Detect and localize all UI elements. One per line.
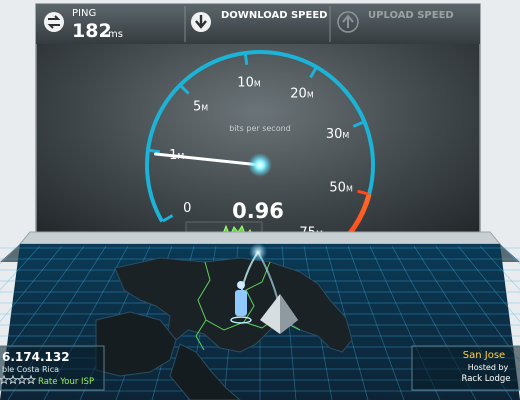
client-isp: ble Costa Rica xyxy=(2,365,59,374)
gauge-unit-label: bits per second xyxy=(229,124,291,133)
gauge-tick xyxy=(148,148,161,154)
server-info-panel: San Jose Hosted by Rack Lodge xyxy=(411,345,520,391)
gauge-tick-label: 0 xyxy=(183,201,191,216)
ping-value: 182 xyxy=(72,20,112,42)
swap-arrows-icon xyxy=(44,12,64,32)
gauge-hub xyxy=(248,153,272,177)
server-city: San Jose xyxy=(463,350,505,361)
speedtest-window: PING 182 ms DOWNLOAD SPEED UPLOAD SPEED … xyxy=(0,0,520,400)
speed-reading: 0.96 xyxy=(232,199,284,223)
hosted-by-label: Hosted by xyxy=(468,363,509,372)
host-name: Rack Lodge xyxy=(461,374,510,384)
speedtest-canvas: PING 182 ms DOWNLOAD SPEED UPLOAD SPEED … xyxy=(0,3,520,400)
download-label: DOWNLOAD SPEED xyxy=(221,10,327,21)
download-arrow-icon xyxy=(191,12,211,32)
gauge-tick xyxy=(243,53,249,66)
rate-isp-link[interactable]: Rate Your ISP xyxy=(38,377,94,387)
client-ip: 6.174.132 xyxy=(2,350,70,364)
ping-unit: ms xyxy=(108,29,123,40)
upload-label: UPLOAD SPEED xyxy=(368,10,454,21)
ping-label: PING xyxy=(72,8,96,19)
